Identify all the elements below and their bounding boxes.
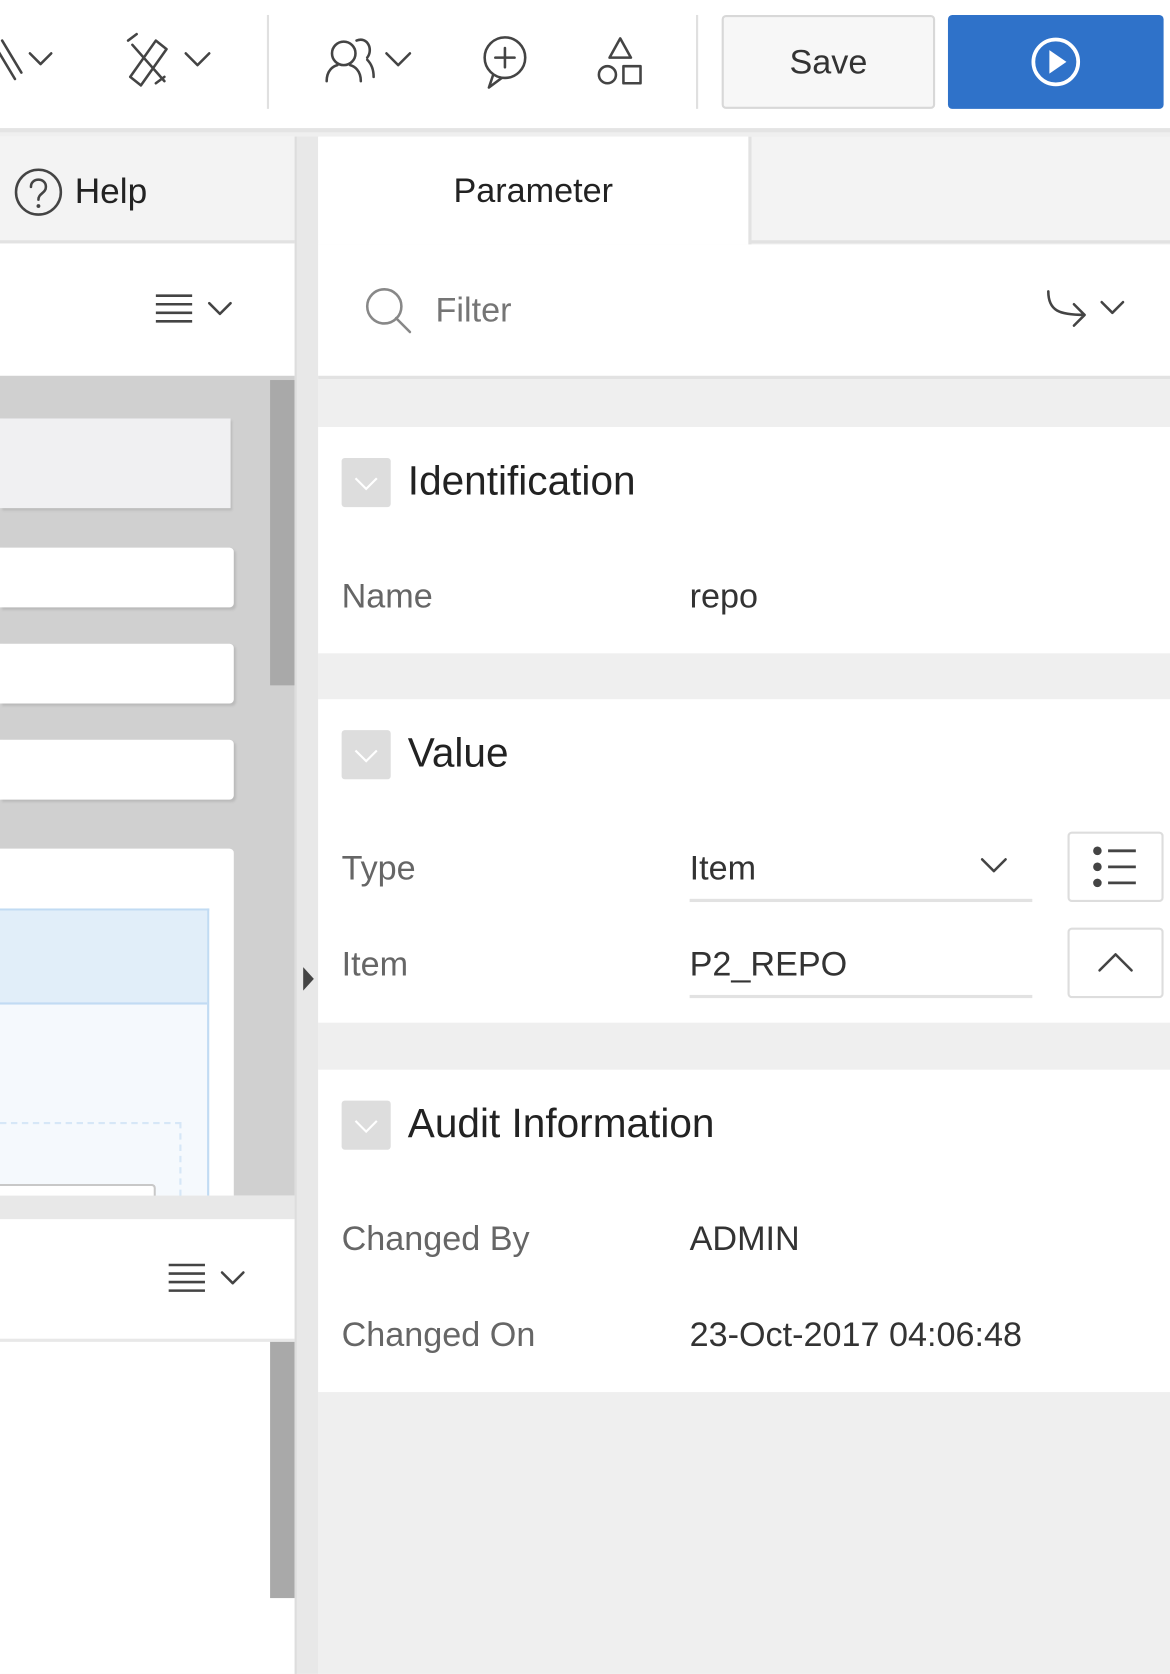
team-development-icon xyxy=(325,38,412,83)
play-circle-icon xyxy=(1031,37,1081,87)
shared-components-icon xyxy=(597,37,642,85)
add-comment-button[interactable] xyxy=(478,32,531,92)
search-icon xyxy=(365,288,412,334)
tab-parameter[interactable]: Parameter xyxy=(318,136,752,245)
section-value: Value Type Item Item P2_REPO xyxy=(318,699,1170,1023)
tab-parameter-label: Parameter xyxy=(453,170,613,210)
item-picker-button[interactable] xyxy=(1067,927,1164,999)
help-label: Help xyxy=(74,170,148,211)
panel-splitter[interactable] xyxy=(294,136,319,1674)
name-label: Name xyxy=(341,576,433,615)
item-label: Item xyxy=(341,944,409,984)
pencil-menu-button[interactable] xyxy=(0,32,64,92)
view-menu-button[interactable] xyxy=(149,286,245,333)
chevron-down-icon xyxy=(354,477,378,491)
section-identification: Identification Name repo xyxy=(318,427,1170,654)
comment-add-icon xyxy=(483,36,527,89)
changed-by-value: ADMIN xyxy=(689,1219,800,1258)
toolbar: Save xyxy=(0,0,1170,133)
filter-input[interactable] xyxy=(435,285,970,335)
help-icon xyxy=(14,168,63,216)
type-label: Type xyxy=(341,848,416,888)
chevron-down-icon xyxy=(354,749,378,763)
chevron-down-icon xyxy=(980,858,1007,873)
utilities-icon xyxy=(126,32,211,87)
item-input-value: P2_REPO xyxy=(689,944,848,984)
scrollbar-thumb[interactable] xyxy=(270,380,295,686)
item-input[interactable]: P2_REPO xyxy=(689,930,1033,999)
list-menu-icon xyxy=(168,1263,245,1292)
list-of-values-button[interactable] xyxy=(1067,831,1164,903)
chevron-down-icon xyxy=(354,1120,378,1134)
page-designer: Save Help Parameter Filter Identificatio… xyxy=(0,0,1170,1674)
scrollbar-thumb[interactable] xyxy=(270,1341,295,1599)
view-menu-button-lower[interactable] xyxy=(162,1255,258,1302)
team-development-button[interactable] xyxy=(320,32,416,92)
region-block[interactable] xyxy=(0,547,234,608)
left-panel: Help xyxy=(0,136,295,1674)
changed-by-label: Changed By xyxy=(341,1219,530,1258)
save-label: Save xyxy=(789,42,868,81)
layout-canvas xyxy=(0,375,295,1208)
section-title: Value xyxy=(407,731,509,777)
utilities-menu-button[interactable] xyxy=(124,32,220,92)
help-tab[interactable]: Help xyxy=(0,136,295,244)
divider xyxy=(266,14,270,109)
collapse-value-button[interactable] xyxy=(341,730,391,780)
type-select[interactable]: Item xyxy=(689,834,1033,903)
list-menu-icon xyxy=(155,294,232,323)
region-block[interactable] xyxy=(0,848,234,1208)
filter-bar xyxy=(318,244,1170,379)
collapse-identification-button[interactable] xyxy=(341,457,391,508)
run-button[interactable] xyxy=(947,14,1164,109)
section-title: Audit Information xyxy=(407,1101,715,1147)
type-select-value: Item xyxy=(689,848,757,888)
region-block[interactable] xyxy=(0,643,234,704)
divider xyxy=(696,14,699,109)
go-to-group-icon xyxy=(1047,290,1125,327)
selected-region[interactable] xyxy=(0,908,210,1208)
chevron-up-icon xyxy=(1098,953,1133,972)
region-block[interactable] xyxy=(0,739,234,800)
selected-region-header xyxy=(0,910,208,1005)
expand-triangle-icon xyxy=(303,967,314,991)
changed-on-label: Changed On xyxy=(341,1315,536,1354)
shared-components-button[interactable] xyxy=(594,32,647,92)
save-button[interactable]: Save xyxy=(721,14,936,109)
region-block[interactable] xyxy=(0,418,231,509)
section-title: Identification xyxy=(407,459,636,504)
divider xyxy=(0,1338,295,1342)
name-value[interactable]: repo xyxy=(690,576,758,615)
changed-on-value: 23-Oct-2017 04:06:48 xyxy=(689,1315,1022,1354)
section-audit: Audit Information Changed By ADMIN Chang… xyxy=(318,1069,1170,1393)
pencil-icon xyxy=(0,39,53,81)
collapse-audit-button[interactable] xyxy=(341,1100,391,1150)
list-icon xyxy=(1093,846,1136,888)
property-editor: Parameter Identification Name repo Value… xyxy=(318,136,1170,1674)
panel-separator[interactable] xyxy=(0,1195,295,1220)
go-to-group-button[interactable] xyxy=(1040,285,1138,334)
